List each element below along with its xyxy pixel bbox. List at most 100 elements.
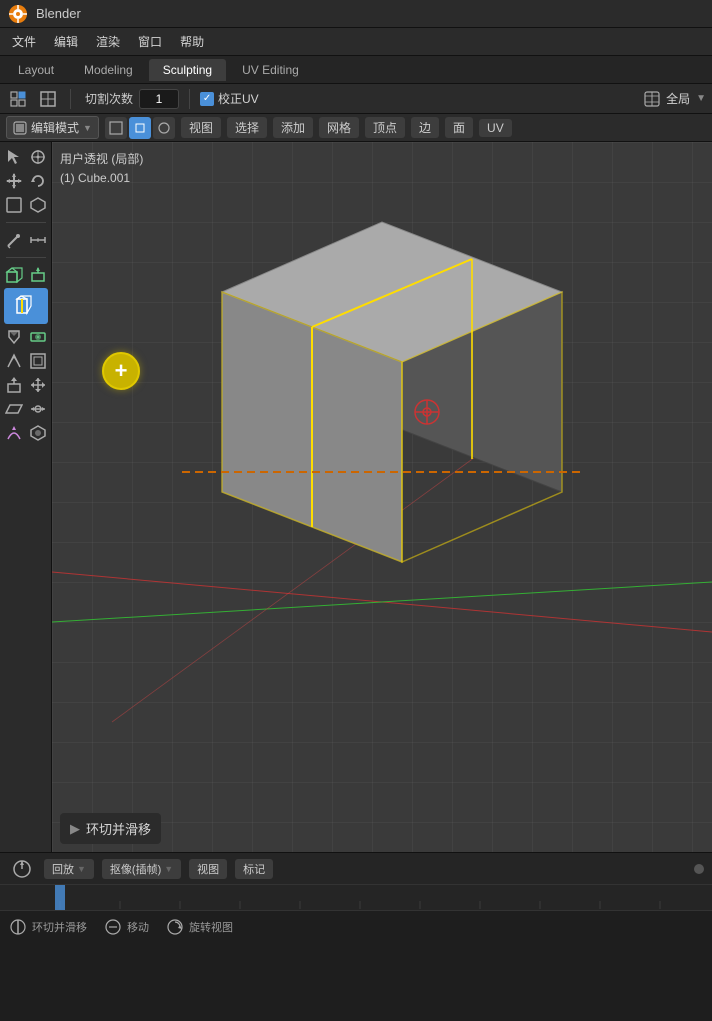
mode-dropdown[interactable]: 编辑模式 ▼ bbox=[6, 116, 99, 139]
rotate-status-icon bbox=[165, 917, 185, 937]
toolbar-cube-add-btn[interactable] bbox=[3, 264, 25, 286]
left-toolbar bbox=[0, 142, 52, 852]
operator-panel[interactable]: ▶ 环切并滑移 bbox=[60, 813, 161, 844]
view-menu[interactable]: 视图 bbox=[181, 117, 221, 138]
toolbar-loop-cut-btn[interactable] bbox=[4, 288, 48, 324]
loop-cut-status: 环切并滑移 bbox=[8, 917, 87, 937]
toolbar-separator-2 bbox=[6, 257, 46, 258]
toolbar-row-9 bbox=[3, 374, 49, 396]
mode-label: 编辑模式 bbox=[31, 119, 79, 136]
toolbar-transform2-btn[interactable] bbox=[27, 374, 49, 396]
app-title: Blender bbox=[36, 6, 81, 21]
face-menu[interactable]: 面 bbox=[445, 117, 473, 138]
move-status-label: 移动 bbox=[127, 919, 149, 935]
toolbar-extrude-faces-btn[interactable] bbox=[27, 264, 49, 286]
menu-item-edit[interactable]: 编辑 bbox=[46, 30, 86, 53]
edge-menu[interactable]: 边 bbox=[411, 117, 439, 138]
playback-icon[interactable] bbox=[8, 855, 36, 883]
toolbar-separator-1 bbox=[6, 222, 46, 223]
toolbar-row-11 bbox=[3, 422, 49, 444]
view-options-icon[interactable] bbox=[6, 87, 30, 111]
view-toggles bbox=[105, 117, 175, 139]
mesh-menu[interactable]: 网格 bbox=[319, 117, 359, 138]
toolbar-measure-btn[interactable] bbox=[27, 229, 49, 251]
separator-1 bbox=[70, 89, 71, 109]
cuts-label: 切割次数 bbox=[85, 90, 133, 107]
playback-btn[interactable]: 回放 ▼ bbox=[44, 859, 94, 879]
toolbar-extrude-btn[interactable] bbox=[3, 374, 25, 396]
add-loop-button[interactable]: + bbox=[102, 352, 140, 390]
view-toggle-2[interactable] bbox=[129, 117, 151, 139]
scrubber-inner[interactable] bbox=[0, 885, 712, 910]
toolbar-row-5 bbox=[3, 264, 49, 286]
title-bar: Blender bbox=[0, 0, 712, 28]
toolbar-row-1 bbox=[3, 146, 49, 168]
loop-cut-status-icon bbox=[8, 917, 28, 937]
rotate-status: 旋转视图 bbox=[165, 917, 233, 937]
menu-item-window[interactable]: 窗口 bbox=[130, 30, 170, 53]
global-label: 全局 bbox=[666, 90, 690, 107]
toolbar-annotate-btn[interactable] bbox=[3, 229, 25, 251]
view-toggle-1[interactable] bbox=[105, 117, 127, 139]
tab-modeling[interactable]: Modeling bbox=[70, 59, 147, 81]
select-menu[interactable]: 选择 bbox=[227, 117, 267, 138]
toolbar-warp-btn[interactable] bbox=[3, 422, 25, 444]
marker-btn[interactable]: 标记 bbox=[235, 859, 273, 879]
menu-item-render[interactable]: 渲染 bbox=[88, 30, 128, 53]
global-icon bbox=[644, 91, 660, 107]
toolbar-row-2 bbox=[3, 170, 49, 192]
correct-uv-label: 校正UV bbox=[218, 90, 259, 107]
scrubber-bar[interactable] bbox=[0, 884, 712, 910]
toolbar-move-btn[interactable] bbox=[3, 170, 25, 192]
correct-uv-checkbox-area[interactable]: ✓ 校正UV bbox=[200, 90, 259, 107]
timeline-fullscreen-dot[interactable] bbox=[694, 864, 704, 874]
toolbar-select-btn[interactable] bbox=[3, 146, 25, 168]
capture-btn[interactable]: 抠像(插帧) ▼ bbox=[102, 859, 181, 879]
correct-uv-checkbox[interactable]: ✓ bbox=[200, 92, 214, 106]
move-status-icon bbox=[103, 917, 123, 937]
right-options: 全局 ▼ bbox=[644, 90, 706, 107]
loop-cut-status-label: 环切并滑移 bbox=[32, 919, 87, 935]
workspace-tabs: Layout Modeling Sculpting UV Editing bbox=[0, 56, 712, 84]
rotate-status-label: 旋转视图 bbox=[189, 919, 233, 935]
grid-background bbox=[52, 142, 712, 852]
toolbar-slide-btn[interactable] bbox=[27, 398, 49, 420]
menu-item-help[interactable]: 帮助 bbox=[172, 30, 212, 53]
toolbar-transform-btn[interactable] bbox=[27, 194, 49, 216]
add-menu[interactable]: 添加 bbox=[273, 117, 313, 138]
toolbar-row-4 bbox=[3, 229, 49, 251]
toolbar-row-6 bbox=[4, 288, 48, 324]
vertex-menu[interactable]: 顶点 bbox=[365, 117, 405, 138]
toolbar-shear-btn[interactable] bbox=[3, 398, 25, 420]
view-toggle-3[interactable] bbox=[153, 117, 175, 139]
global-dropdown-icon[interactable]: ▼ bbox=[696, 93, 706, 104]
toolbar-row-8 bbox=[3, 350, 49, 372]
toolbar-row-10 bbox=[3, 398, 49, 420]
timeline-bar: 回放 ▼ 抠像(插帧) ▼ 视图 标记 bbox=[0, 852, 712, 884]
toolbar-row-3 bbox=[3, 194, 49, 216]
toolbar-inset-btn[interactable] bbox=[27, 350, 49, 372]
mesh-display-icon[interactable] bbox=[36, 87, 60, 111]
cuts-input[interactable] bbox=[139, 89, 179, 109]
uv-menu[interactable]: UV bbox=[479, 119, 512, 137]
operator-label: 环切并滑移 bbox=[86, 819, 151, 838]
viewport[interactable]: + 用户透视 (局部) (1) Cube.001 ▶ 环切并滑移 bbox=[52, 142, 712, 852]
tab-layout[interactable]: Layout bbox=[4, 59, 68, 81]
menu-item-file[interactable]: 文件 bbox=[4, 30, 44, 53]
tab-sculpting[interactable]: Sculpting bbox=[149, 59, 226, 81]
toolbar-rotate-btn[interactable] bbox=[27, 170, 49, 192]
toolbar-bevel-btn[interactable] bbox=[3, 350, 25, 372]
status-bar: 环切并滑移 移动 旋转视图 bbox=[0, 910, 712, 942]
separator-2 bbox=[189, 89, 190, 109]
view-btn[interactable]: 视图 bbox=[189, 859, 227, 879]
menu-bar: 文件 编辑 渲染 窗口 帮助 bbox=[0, 28, 712, 56]
toolbar-row-7 bbox=[3, 326, 49, 348]
toolbar-frame-btn[interactable] bbox=[3, 194, 25, 216]
toolbar-cursor-btn[interactable] bbox=[27, 146, 49, 168]
tool-options-bar: 切割次数 ✓ 校正UV 全局 ▼ bbox=[0, 84, 712, 114]
toolbar-knife-btn[interactable] bbox=[3, 326, 25, 348]
mode-dropdown-arrow: ▼ bbox=[83, 123, 92, 133]
toolbar-smooth-btn[interactable] bbox=[27, 422, 49, 444]
toolbar-bisect-btn[interactable] bbox=[27, 326, 49, 348]
tab-uv-editing[interactable]: UV Editing bbox=[228, 59, 313, 81]
